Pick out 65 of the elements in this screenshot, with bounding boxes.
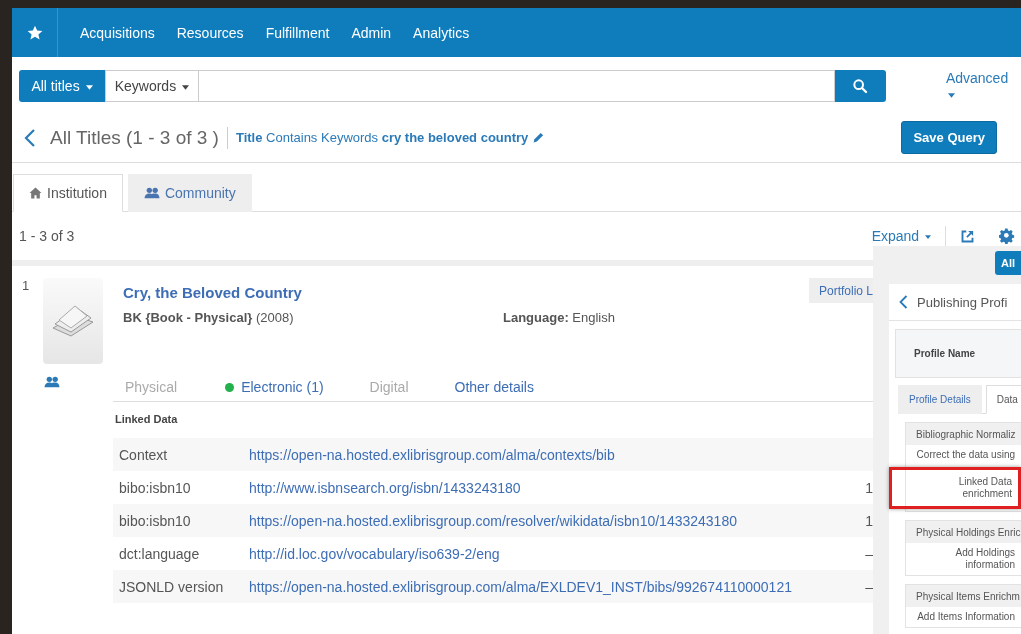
property-cell-text: bibo:isbn10 <box>118 479 192 496</box>
uri-link[interactable]: http://www.isbnsearch.org/isbn/1433243180 <box>249 479 521 496</box>
section-heading: Linked Data <box>114 412 179 427</box>
nav-menu-item[interactable]: Fulfillment <box>254 24 341 41</box>
uri-link[interactable]: https://open-na.hosted.exlibrisgroup.com/resolver/wikidata/isbn10/1433243180 <box>249 512 737 529</box>
caret-icon <box>925 235 931 240</box>
detail-tab[interactable]: Other details <box>454 379 534 395</box>
tab[interactable]: Data <box>985 385 1021 414</box>
save-query-button[interactable]: Save Query <box>901 121 997 154</box>
language-value: Language: English <box>503 310 615 325</box>
record-number: 1 <box>21 278 31 295</box>
nav-menu-item[interactable]: Admin <box>340 24 403 41</box>
detail-tab[interactable]: Electronic (1) <box>241 379 324 395</box>
back-icon[interactable] <box>899 295 908 309</box>
property-cell-text: dct:language <box>118 545 201 562</box>
settings-icon[interactable] <box>999 228 1015 244</box>
property-cell-text: bibo:isbn10 <box>118 512 192 529</box>
result-count: 1 - 3 of 3 <box>19 228 75 244</box>
advanced-search-link[interactable]: Advanced <box>945 70 1021 102</box>
tab[interactable]: Community <box>127 174 252 212</box>
tab[interactable]: Profile Details <box>898 385 982 414</box>
field-dropdown[interactable]: Keywords <box>104 70 199 102</box>
home-icon <box>29 187 42 199</box>
uri-link[interactable]: https://open-na.hosted.exlibrisgroup.com/alma/EXLDEV1_INST/bibs/992674110000121 <box>249 578 792 595</box>
portfolio-button[interactable]: Portfolio L <box>808 278 873 303</box>
nav-menu-item[interactable]: Analytics <box>402 24 481 41</box>
caret-icon <box>947 92 955 98</box>
search-button[interactable] <box>834 70 886 102</box>
nav-menu-item[interactable]: Acquisitions <box>69 24 166 41</box>
property-cell-text: JSONLD version <box>118 578 225 595</box>
material-type: BK {Book - Physical} (2008) <box>123 310 295 325</box>
query-summary: Title Contains Keywords cry the beloved country <box>235 130 529 145</box>
caret-icon <box>182 84 190 90</box>
property-cell-text: Context <box>118 446 169 463</box>
record-title-link[interactable]: Cry, the Beloved Country <box>123 284 809 301</box>
all-button[interactable]: All <box>994 251 1021 275</box>
section-heading: Bibliographic Normaliz <box>906 423 1021 445</box>
option-item[interactable]: Add Holdings information <box>906 543 1021 575</box>
back-icon[interactable] <box>24 128 36 147</box>
table-cell: 1 <box>865 479 873 496</box>
external-link-icon[interactable] <box>960 228 975 244</box>
pencil-icon[interactable] <box>532 131 546 144</box>
section-heading: Physical Holdings Enric <box>906 521 1021 543</box>
section-heading: Physical Items Enrichm <box>906 585 1021 607</box>
table-cell: – <box>865 578 873 595</box>
table-cell: – <box>865 545 873 562</box>
table-cell: 1 <box>865 512 873 529</box>
uri-link[interactable]: https://open-na.hosted.exlibrisgroup.com/alma/contexts/bib <box>249 446 615 463</box>
expand-dropdown[interactable]: Expand <box>871 228 931 244</box>
option-item[interactable]: Add Items Information <box>906 607 1021 627</box>
field-label: Profile Name <box>914 348 976 359</box>
caret-icon <box>85 84 93 90</box>
scope-dropdown[interactable]: All titles <box>19 70 105 102</box>
tab[interactable]: Institution <box>13 174 123 212</box>
uri-link[interactable]: http://id.loc.gov/vocabulary/iso639-2/eng <box>249 545 500 562</box>
option-item[interactable]: Correct the data using <box>906 445 1021 465</box>
search-field[interactable] <box>198 70 835 102</box>
star-icon[interactable] <box>26 24 43 41</box>
panel-title: Publishing Profi <box>917 294 1008 310</box>
results-title: All Titles (1 - 3 of 3 ) <box>50 126 219 149</box>
search-icon <box>852 78 869 94</box>
people-icon <box>143 187 160 199</box>
option-item[interactable]: Linked Data enrichment <box>906 472 1018 504</box>
nav-menu-item[interactable]: Resources <box>165 24 255 41</box>
community-icon <box>44 376 60 388</box>
